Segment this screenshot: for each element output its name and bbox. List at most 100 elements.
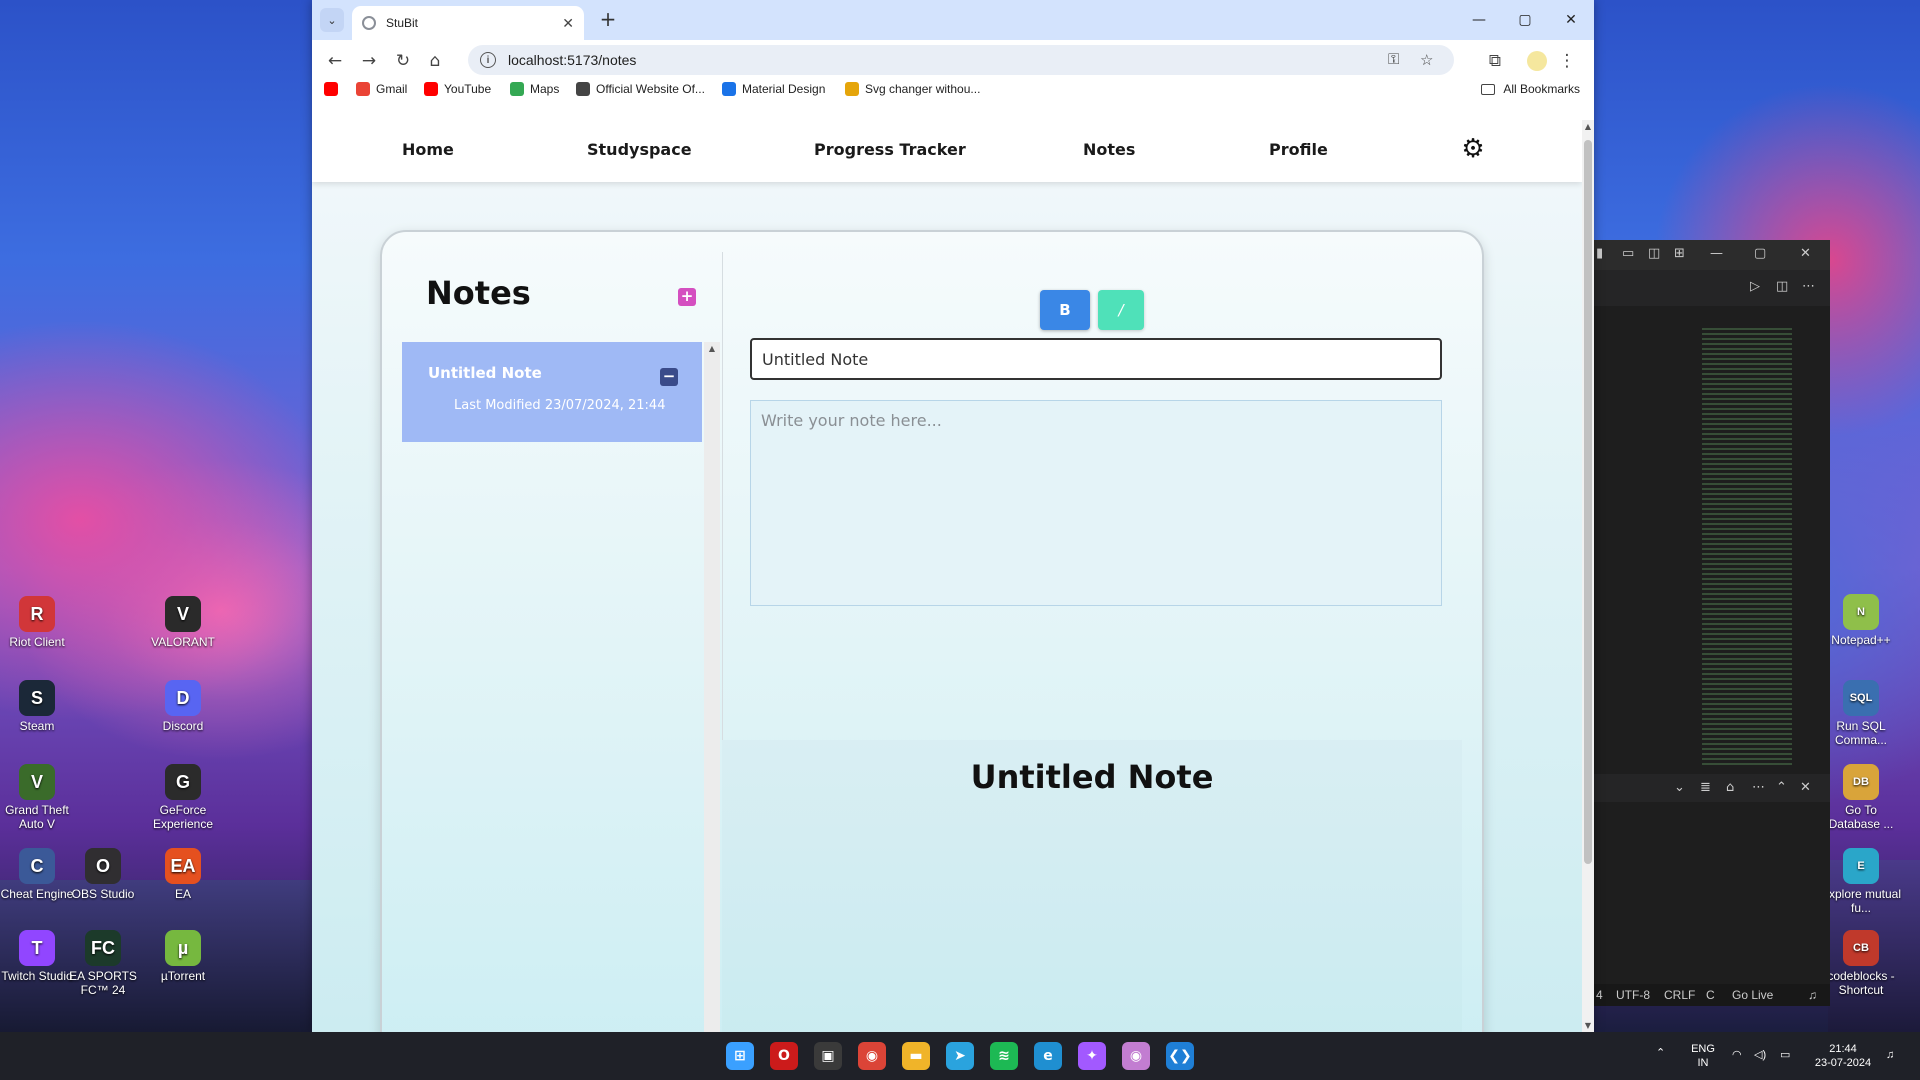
desktop-shortcut[interactable]: R Riot Client [0,596,80,649]
tab-stubit[interactable]: StuBit ✕ [352,6,584,40]
desktop-shortcut[interactable]: G GeForce Experience [140,764,226,831]
bookmark-item[interactable]: Svg changer withou... [845,82,980,96]
site-info-icon[interactable]: i [480,52,496,68]
home-icon[interactable]: ⌂ [422,48,448,74]
desktop-shortcut[interactable]: SQL Run SQL Comma... [1818,680,1904,747]
italic-button[interactable]: / [1098,290,1144,330]
vscode-icon[interactable]: ❮❯ [1166,1042,1194,1070]
telegram-icon[interactable]: ➤ [946,1042,974,1070]
split-editor-icon[interactable]: ◫ [1776,279,1788,294]
more-actions-icon[interactable]: ⋯ [1802,279,1815,294]
address-bar[interactable]: i localhost:5173/notes ⚿ ☆ [468,45,1454,75]
scroll-up-icon[interactable]: ▲ [704,344,720,353]
close-icon[interactable]: ✕ [1800,246,1811,261]
layout-split-icon[interactable]: ◫ [1648,246,1660,261]
profile-avatar[interactable] [1527,51,1547,71]
maximize-panel-icon[interactable]: ⌃ [1776,780,1787,795]
battery-icon[interactable]: ▭ [1780,1048,1790,1062]
all-bookmarks-button[interactable]: All Bookmarks [1481,82,1580,96]
chevron-down-icon[interactable]: ⌄ [1674,780,1685,795]
volume-icon[interactable]: ◁) [1754,1048,1766,1062]
bookmark-item[interactable]: Official Website Of... [576,82,705,96]
desktop-shortcut[interactable]: D Discord [140,680,226,733]
maximize-icon[interactable]: ▢ [1754,246,1766,261]
bold-button[interactable]: B [1040,290,1090,330]
desktop-shortcut[interactable]: FC EA SPORTS FC™ 24 [60,930,146,997]
tray-chevron-icon[interactable]: ⌃ [1656,1046,1665,1060]
windows-start-icon[interactable]: ⊞ [726,1042,754,1070]
close-tab-icon[interactable]: ✕ [562,15,574,32]
nav-home[interactable]: Home [402,140,454,159]
nav-profile[interactable]: Profile [1269,140,1328,159]
status-eol[interactable]: CRLF [1664,988,1695,1002]
status-item[interactable]: 4 [1596,988,1603,1002]
status-encoding[interactable]: UTF-8 [1616,988,1650,1002]
clear-icon[interactable]: ≣ [1700,780,1711,795]
bookmark-item[interactable]: Gmail [356,82,407,96]
opera-icon[interactable]: O [770,1042,798,1070]
note-title-input[interactable] [750,338,1442,380]
note-body-input[interactable] [750,400,1442,606]
desktop-shortcut[interactable]: V VALORANT [140,596,226,649]
clock[interactable]: 21:44 23-07-2024 [1808,1042,1878,1070]
vscode-minimap[interactable] [1702,328,1792,768]
desktop-shortcut[interactable]: V Grand Theft Auto V [0,764,80,831]
run-icon[interactable]: ▷ [1750,279,1760,294]
new-tab-button[interactable]: + [596,8,620,32]
desktop-shortcut[interactable]: N Notepad++ [1818,594,1904,647]
nav-progress-tracker[interactable]: Progress Tracker [814,140,966,159]
vscode-window[interactable]: ▮ ▭ ◫ ⊞ — ▢ ✕ ▷ ◫ ⋯ ⌄ ≣ ⌂ ⋯ ⌃ ✕ 4 UTF-8 … [1594,240,1830,1006]
language-indicator[interactable]: ENG IN [1688,1042,1718,1070]
layout-customize-icon[interactable]: ⊞ [1674,246,1685,261]
note-list-item[interactable]: Untitled Note Last Modified 23/07/2024, … [402,342,702,442]
desktop-shortcut[interactable]: EA EA [140,848,226,901]
desktop-shortcut[interactable]: O OBS Studio [60,848,146,901]
desktop-shortcut[interactable]: S Steam [0,680,80,733]
delete-note-button[interactable]: − [660,368,678,386]
settings-gear-icon[interactable]: ⚙ [1458,134,1488,164]
desktop-shortcut[interactable]: µ µTorrent [140,930,226,983]
chrome-alt-icon[interactable]: ◉ [1122,1042,1150,1070]
scroll-thumb[interactable] [1584,140,1592,864]
bell-icon[interactable]: ♫ [1808,988,1817,1002]
layout-panel-icon[interactable]: ▭ [1622,246,1634,261]
wifi-icon[interactable]: ◠ [1732,1048,1742,1062]
more-icon[interactable]: ⋯ [1752,780,1765,795]
nav-studyspace[interactable]: Studyspace [587,140,692,159]
page-scrollbar[interactable]: ▲ ▼ [1582,120,1594,1032]
layout-sidebar-icon[interactable]: ▮ [1596,246,1603,261]
forward-icon[interactable]: → [356,48,382,74]
nav-notes[interactable]: Notes [1083,140,1135,159]
bookmark-item[interactable] [324,82,344,96]
reload-icon[interactable]: ↻ [390,48,416,74]
menu-icon[interactable]: ⋮ [1554,48,1580,74]
edge-icon[interactable]: e [1034,1042,1062,1070]
desktop-shortcut[interactable]: E Explore mutual fu... [1818,848,1904,915]
notification-bell-icon[interactable]: ♫ [1886,1048,1894,1062]
scroll-up-icon[interactable]: ▲ [1582,122,1594,131]
figma-icon[interactable]: ✦ [1078,1042,1106,1070]
bookmark-item[interactable]: YouTube [424,82,491,96]
store-icon[interactable]: ▣ [814,1042,842,1070]
back-icon[interactable]: ← [322,48,348,74]
desktop-shortcut[interactable]: CB codeblocks - Shortcut [1818,930,1904,997]
desktop-shortcut[interactable]: DB Go To Database ... [1818,764,1904,831]
lock-icon[interactable]: ⌂ [1726,780,1734,795]
minimize-button[interactable]: — [1456,0,1502,40]
file-explorer-icon[interactable]: ▬ [902,1042,930,1070]
notes-list-scrollbar[interactable]: ▲ [704,342,720,1032]
scroll-down-icon[interactable]: ▼ [1582,1021,1594,1030]
password-key-icon[interactable]: ⚿ [1388,51,1399,68]
close-window-button[interactable]: ✕ [1548,0,1594,40]
bookmark-item[interactable]: Maps [510,82,559,96]
close-panel-icon[interactable]: ✕ [1800,780,1811,795]
extensions-icon[interactable]: ⧉ [1482,48,1508,74]
add-note-button[interactable]: + [678,288,696,306]
bookmark-item[interactable]: Material Design [722,82,825,96]
tab-search-button[interactable]: ⌄ [320,8,344,32]
status-go-live[interactable]: Go Live [1732,988,1773,1002]
minimize-icon[interactable]: — [1710,246,1723,261]
maximize-button[interactable]: ▢ [1502,0,1548,40]
chrome-icon[interactable]: ◉ [858,1042,886,1070]
spotify-icon[interactable]: ≋ [990,1042,1018,1070]
